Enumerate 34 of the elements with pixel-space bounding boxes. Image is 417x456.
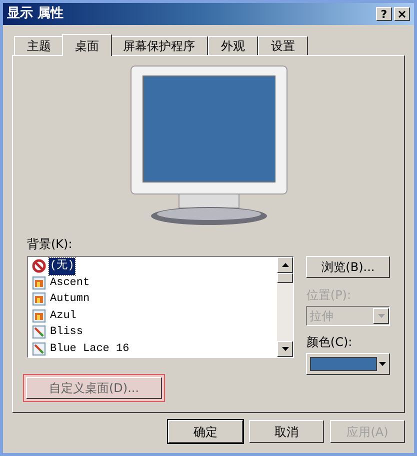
scrollbar[interactable] xyxy=(277,257,294,357)
background-list[interactable]: (无) Ascent Autumn Azul Bliss Blue Lace 16 xyxy=(27,256,294,358)
list-item[interactable]: Blue Lace 16 xyxy=(32,340,278,357)
up-arrow-icon xyxy=(282,263,289,267)
paint-file-icon xyxy=(32,342,46,356)
tab[interactable]: 主题 xyxy=(14,36,64,55)
tab[interactable]: 设置 xyxy=(258,36,308,55)
color-picker[interactable] xyxy=(306,353,390,375)
scrollbar-thumb[interactable] xyxy=(277,273,294,283)
color-label: 颜色(C): xyxy=(306,334,354,351)
close-button[interactable]: × xyxy=(394,7,410,21)
paint-file-icon xyxy=(32,325,46,340)
image-file-icon xyxy=(32,292,46,306)
down-arrow-icon xyxy=(282,347,289,351)
customize-desktop-button[interactable]: 自定义桌面(D)... xyxy=(26,377,162,399)
tab[interactable]: 屏幕保护程序 xyxy=(110,36,208,55)
list-item[interactable]: Bliss xyxy=(32,324,278,340)
help-button[interactable]: ? xyxy=(376,7,392,21)
image-file-icon xyxy=(32,308,46,323)
dialog-button[interactable]: 确定 xyxy=(168,420,243,443)
no-sign-icon xyxy=(32,259,46,274)
dropdown-arrow-icon xyxy=(378,314,384,318)
tab[interactable]: 桌面 xyxy=(62,34,112,56)
browse-button[interactable]: 浏览(B)... xyxy=(306,256,390,278)
dropdown-arrow-icon xyxy=(379,362,386,366)
list-item[interactable]: Azul xyxy=(32,308,278,324)
list-item[interactable]: (无) xyxy=(32,258,278,274)
background-label: 背景(K): xyxy=(27,236,74,253)
list-item[interactable]: Ascent xyxy=(32,274,278,291)
image-file-icon xyxy=(32,276,46,290)
tab[interactable]: 外观 xyxy=(208,36,258,55)
dialog-button[interactable]: 取消 xyxy=(249,420,324,443)
window-title: 显示 属性 xyxy=(7,5,65,24)
list-item[interactable]: Autumn xyxy=(32,291,278,308)
